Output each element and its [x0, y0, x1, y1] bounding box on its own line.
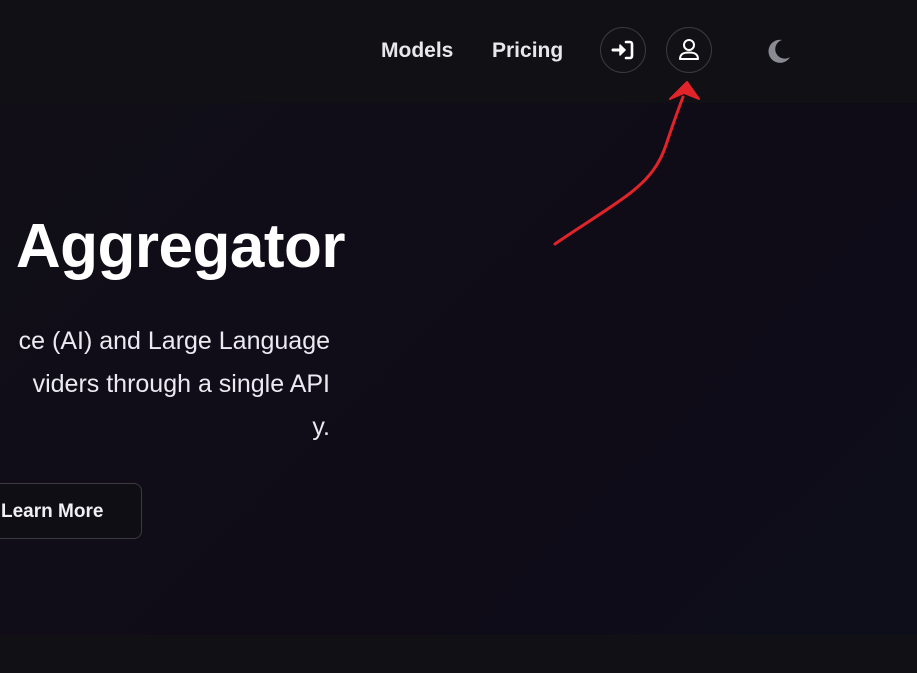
nav-link-models[interactable]: Models — [381, 36, 453, 66]
learn-more-label: Learn More — [1, 501, 104, 522]
navbar: Models Pricing — [0, 0, 917, 103]
hero-description-line: ce (AI) and Large Language — [18, 327, 330, 355]
hero-section: Aggregator ce (AI) and Large Language vi… — [0, 103, 917, 635]
theme-toggle-button[interactable] — [762, 34, 796, 68]
nav-link-pricing[interactable]: Pricing — [492, 36, 563, 66]
hero-title: Aggregator — [15, 212, 346, 281]
moon-icon — [768, 39, 790, 63]
account-button[interactable] — [666, 27, 712, 73]
learn-more-button[interactable]: Learn More — [0, 483, 142, 539]
hero-description-line: viders through a single API — [32, 370, 330, 398]
user-icon — [679, 39, 699, 60]
section-divider — [0, 635, 917, 673]
hero-description-line: y. — [312, 413, 330, 441]
login-button[interactable] — [600, 27, 646, 73]
sign-in-icon — [611, 40, 634, 60]
